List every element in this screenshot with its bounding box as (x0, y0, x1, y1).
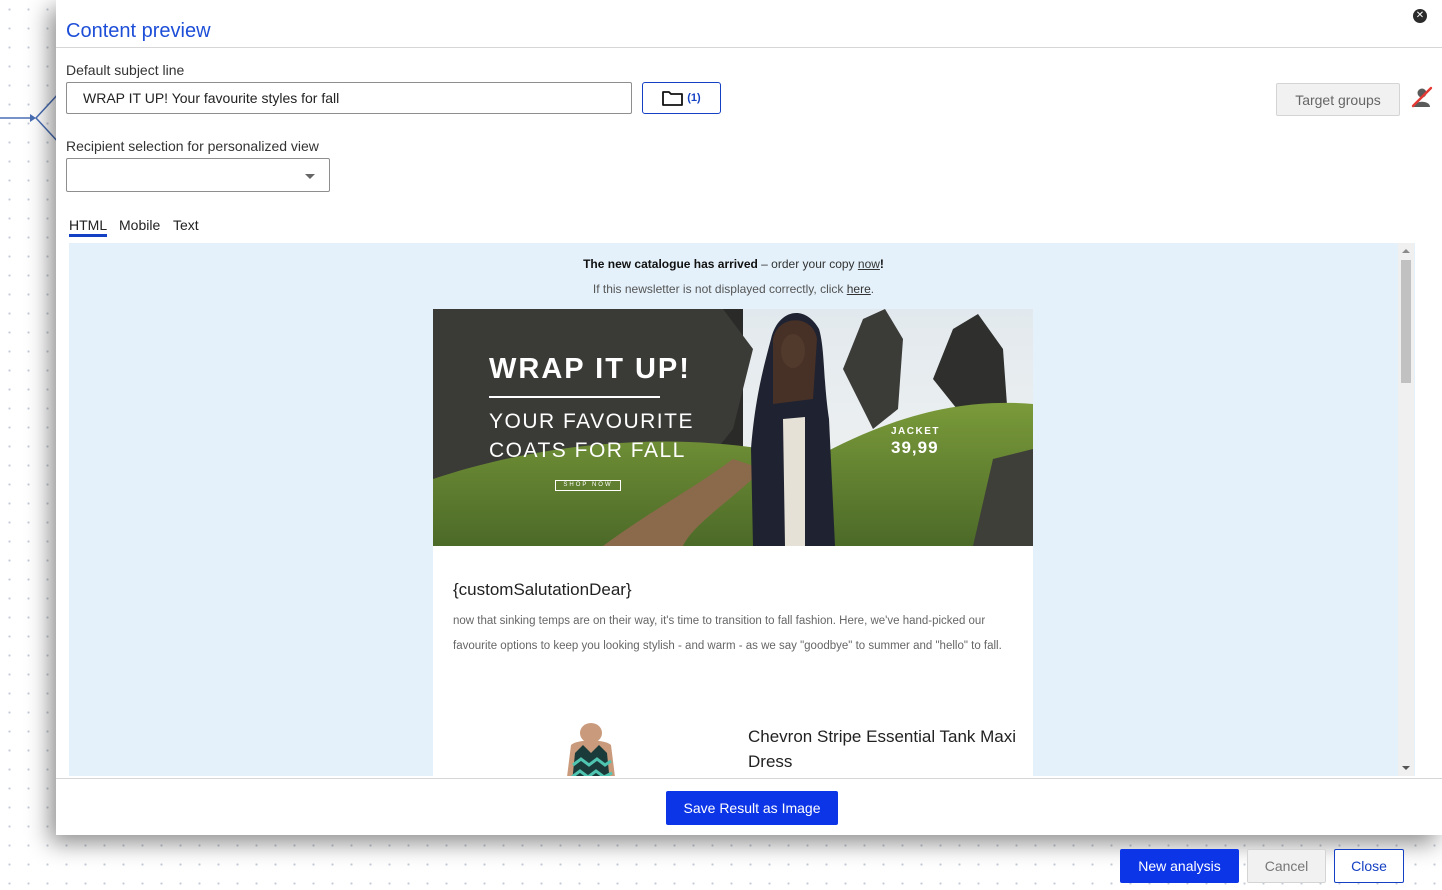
email-body: WRAP IT UP! YOUR FAVOURITE COATS FOR FAL… (433, 309, 1033, 776)
folder-icon (662, 91, 684, 106)
hero-subtitle-line2: COATS FOR FALL (489, 439, 686, 462)
modal-title: Content preview (66, 20, 211, 42)
subject-input[interactable] (66, 82, 632, 114)
hero-subtitle-line1: YOUR FAVOURITE (489, 410, 694, 433)
chevron-down-icon (305, 174, 315, 179)
hero-divider (489, 396, 660, 398)
tab-text[interactable]: Text (173, 217, 199, 233)
topline-link[interactable]: now (858, 257, 880, 271)
product-image (553, 723, 629, 776)
product-name[interactable]: Chevron Stripe Essential Tank Maxi Dress (748, 724, 1018, 774)
topline-mid: – order your copy (757, 257, 858, 271)
user-blocked-icon[interactable] (1411, 86, 1433, 108)
recipient-label: Recipient selection for personalized vie… (66, 138, 319, 154)
email-display-note: If this newsletter is not displayed corr… (69, 282, 1398, 296)
cancel-button[interactable]: Cancel (1247, 849, 1326, 883)
note-end: . (870, 282, 875, 296)
save-result-as-image-button[interactable]: Save Result as Image (666, 791, 838, 825)
hero-banner: WRAP IT UP! YOUR FAVOURITE COATS FOR FAL… (433, 309, 1033, 546)
hero-price: 39,99 (891, 438, 939, 457)
target-groups-button[interactable]: Target groups (1276, 83, 1400, 116)
scroll-thumb[interactable] (1401, 260, 1411, 383)
hero-product-label: JACKET (891, 426, 941, 437)
hero-headline: WRAP IT UP! (489, 353, 691, 385)
topline-bold: The new catalogue has arrived (583, 257, 758, 271)
new-analysis-button[interactable]: New analysis (1120, 849, 1239, 883)
attachments-button[interactable]: (1) (642, 82, 721, 114)
email-preview-pane[interactable]: The new catalogue has arrived – order yo… (69, 243, 1415, 776)
note-link[interactable]: here (847, 282, 871, 296)
close-button[interactable]: Close (1334, 849, 1404, 883)
salutation: {customSalutationDear} (453, 580, 632, 599)
email-body-copy: now that sinking temps are on their way,… (453, 615, 1002, 652)
note-text: If this newsletter is not displayed corr… (592, 282, 847, 296)
close-icon[interactable]: ✕ (1413, 9, 1427, 23)
scroll-down-icon[interactable] (1402, 766, 1410, 770)
subject-label: Default subject line (66, 62, 185, 78)
shop-now-button[interactable]: SHOP NOW (555, 480, 621, 491)
email-topline: The new catalogue has arrived – order yo… (69, 257, 1398, 271)
tab-html[interactable]: HTML (69, 217, 108, 237)
topline-end: ! (879, 257, 884, 271)
recipient-select[interactable] (66, 158, 330, 192)
content-preview-modal: Content preview ✕ Default subject line (… (56, 0, 1442, 835)
scroll-up-icon[interactable] (1402, 249, 1410, 253)
attachment-count: (1) (687, 92, 701, 104)
preview-scrollbar[interactable] (1398, 243, 1414, 776)
footer-divider (56, 778, 1442, 779)
tab-mobile[interactable]: Mobile (119, 217, 160, 233)
flow-connector-arrow (0, 91, 60, 145)
modal-header: Content preview ✕ (56, 0, 1442, 48)
